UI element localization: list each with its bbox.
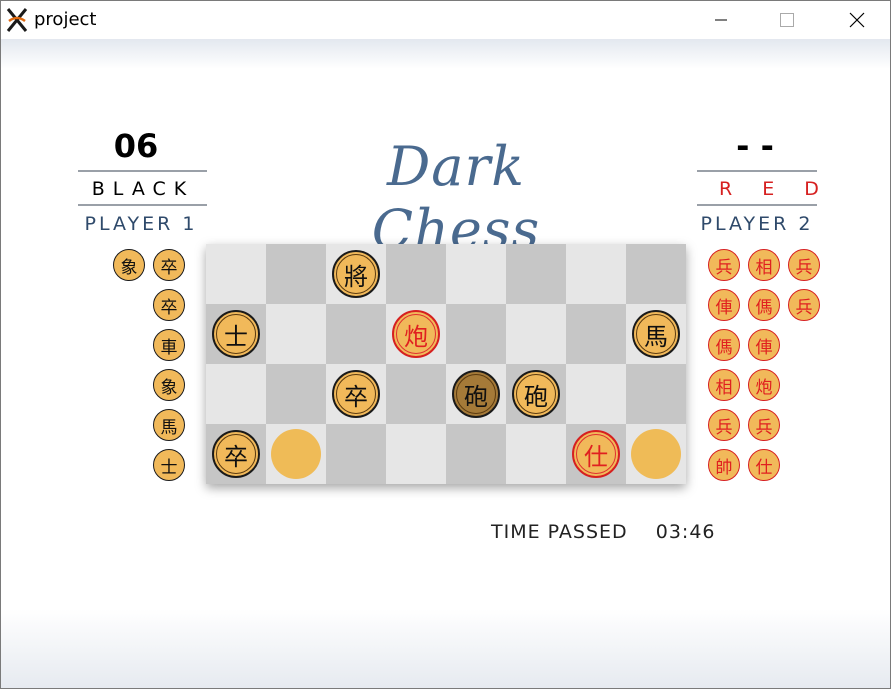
- time-value: 03:46: [655, 521, 716, 543]
- board-cell[interactable]: [206, 364, 266, 424]
- red-color-label: RED: [719, 178, 849, 200]
- black-piece[interactable]: 馬: [632, 310, 680, 358]
- captured-red-piece: 傌: [748, 289, 780, 321]
- board-cell[interactable]: [206, 244, 266, 304]
- red-score: - -: [736, 127, 774, 165]
- black-piece[interactable]: 卒: [332, 370, 380, 418]
- maximize-button[interactable]: [764, 1, 810, 39]
- captured-red-piece: 炮: [748, 369, 780, 401]
- captured-red-piece: 兵: [788, 289, 820, 321]
- game-board: 將士炮馬卒砲砲卒仕: [206, 244, 686, 484]
- board-cell[interactable]: [566, 304, 626, 364]
- board-cell[interactable]: [446, 244, 506, 304]
- board-cell[interactable]: [566, 244, 626, 304]
- captured-red-piece: 俥: [708, 289, 740, 321]
- black-piece[interactable]: 砲: [512, 370, 560, 418]
- red-piece[interactable]: 仕: [572, 430, 620, 478]
- board-cell[interactable]: [506, 244, 566, 304]
- captured-black-piece: 士: [153, 449, 185, 481]
- board-cell[interactable]: [326, 424, 386, 484]
- title-bar[interactable]: project: [1, 1, 890, 39]
- divider: [78, 204, 207, 206]
- captured-red-piece: 兵: [708, 409, 740, 441]
- board-cell[interactable]: [506, 304, 566, 364]
- minimize-icon: [715, 19, 727, 21]
- black-color-label: BLACK: [91, 178, 195, 200]
- captured-black-piece: 象: [113, 249, 145, 281]
- black-piece[interactable]: 將: [332, 250, 380, 298]
- captured-red-piece: 相: [748, 249, 780, 281]
- board-cell[interactable]: [326, 304, 386, 364]
- maximize-icon: [780, 13, 794, 27]
- player1-label: PLAYER 1: [84, 213, 198, 235]
- board-cell[interactable]: [266, 304, 326, 364]
- black-piece[interactable]: 卒: [212, 430, 260, 478]
- captured-black-piece: 車: [153, 329, 185, 361]
- captured-black-piece: 馬: [153, 409, 185, 441]
- divider: [697, 204, 817, 206]
- game-area: 06 BLACK PLAYER 1 - - RED PLAYER 2 Dark …: [1, 39, 890, 688]
- black-score: 06: [113, 127, 159, 165]
- captured-black-piece: 象: [153, 369, 185, 401]
- board-cell[interactable]: [266, 244, 326, 304]
- board-cell[interactable]: [506, 424, 566, 484]
- captured-red-piece: 相: [708, 369, 740, 401]
- app-window: project 06 BLACK PLAYER 1 - - RED PLAYER…: [0, 0, 891, 689]
- close-button[interactable]: [834, 1, 880, 39]
- captured-red-piece: 兵: [788, 249, 820, 281]
- hidden-piece[interactable]: [271, 429, 321, 479]
- board-cell[interactable]: [626, 244, 686, 304]
- game-title: Dark Chess: [371, 135, 541, 261]
- captured-red-piece: 兵: [748, 409, 780, 441]
- player2-label: PLAYER 2: [700, 213, 814, 235]
- divider: [697, 170, 817, 172]
- captured-red-piece: 傌: [708, 329, 740, 361]
- black-piece[interactable]: 士: [212, 310, 260, 358]
- minimize-button[interactable]: [698, 1, 744, 39]
- board-cell[interactable]: [386, 244, 446, 304]
- captured-red-piece: 俥: [748, 329, 780, 361]
- board-cell[interactable]: [386, 424, 446, 484]
- captured-black-piece: 卒: [153, 289, 185, 321]
- captured-red-piece: 兵: [708, 249, 740, 281]
- red-piece[interactable]: 炮: [392, 310, 440, 358]
- board-cell[interactable]: [566, 364, 626, 424]
- captured-red-piece: 帥: [708, 449, 740, 481]
- board-cell[interactable]: [446, 304, 506, 364]
- app-logo-icon: [6, 8, 28, 32]
- time-label: TIME PASSED: [491, 521, 628, 543]
- captured-black-piece: 卒: [153, 249, 185, 281]
- hidden-piece[interactable]: [631, 429, 681, 479]
- captured-red-piece: 仕: [748, 449, 780, 481]
- window-title: project: [34, 9, 97, 30]
- board-cell[interactable]: [386, 364, 446, 424]
- board-cell[interactable]: [626, 364, 686, 424]
- close-icon: [849, 12, 865, 28]
- time-passed: TIME PASSED 03:46: [491, 521, 716, 543]
- black-piece[interactable]: 砲: [452, 370, 500, 418]
- board-cell[interactable]: [446, 424, 506, 484]
- board-cell[interactable]: [266, 364, 326, 424]
- divider: [78, 170, 207, 172]
